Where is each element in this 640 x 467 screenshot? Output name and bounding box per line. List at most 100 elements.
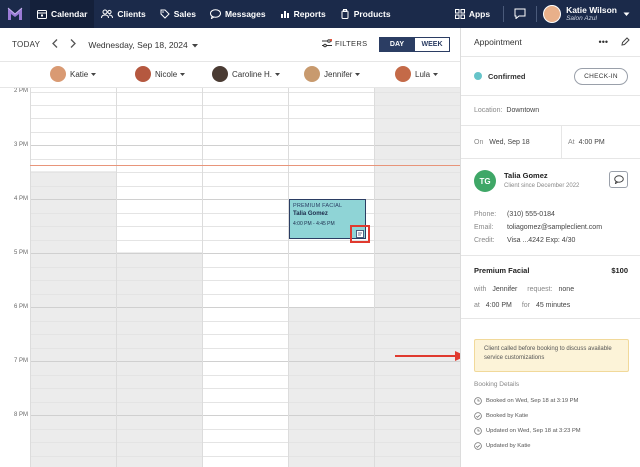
user-menu[interactable]: Katie Wilson Salon Azul — [566, 4, 617, 22]
staff-name: Katie — [70, 69, 89, 79]
nav-messages[interactable]: Messages — [203, 0, 273, 28]
calendar-icon — [37, 10, 47, 19]
caret-down-icon — [192, 43, 199, 47]
email-value: toliagomez@sampleclient.com — [507, 224, 603, 231]
booking-detail-item: Updated on Wed, Sep 18 at 3:23 PM — [474, 427, 581, 435]
date-label: Wednesday, Sep 18, 2024 — [88, 39, 188, 50]
panel-title: Appointment — [474, 37, 522, 47]
clock-icon — [474, 397, 482, 405]
app-logo[interactable] — [0, 0, 30, 28]
time-label: 5 PM — [14, 250, 29, 256]
client-avatar[interactable]: TG — [474, 170, 496, 192]
clients-icon — [101, 9, 114, 19]
reports-icon — [280, 11, 289, 18]
calendar-grid[interactable]: 2 PM 3 PM 4 PM 5 PM 6 PM 7 PM 8 PM PREMI… — [0, 88, 460, 467]
nav-clients[interactable]: Clients — [94, 0, 152, 28]
booking-detail-text: Updated by Katie — [486, 443, 531, 449]
at-value: 4:00 PM — [485, 302, 512, 309]
chevron-left-icon — [52, 38, 58, 48]
appointment-client: Talia Gomez — [293, 211, 328, 217]
top-nav: Calendar Clients Sales Messages Reports … — [0, 0, 640, 28]
credit-label: Credit: — [474, 237, 495, 244]
chat-button[interactable] — [510, 8, 530, 21]
calendar-toolbar: TODAY Wednesday, Sep 18, 2024 FILTERS DA… — [0, 28, 460, 62]
staff-selector-lula[interactable]: Lula — [395, 66, 439, 82]
location-label: Location: — [474, 107, 503, 114]
chevron-down-icon[interactable] — [623, 10, 630, 19]
filters-button[interactable]: FILTERS — [322, 39, 367, 48]
booking-detail-text: Booked by Katie — [486, 413, 529, 419]
service-price: $100 — [611, 266, 628, 275]
date-time-row: On Wed, Sep 18 At 4:00 PM — [461, 126, 640, 159]
nav-apps[interactable]: Apps — [448, 0, 497, 28]
nav-products[interactable]: Products — [333, 0, 398, 28]
caret-down-icon — [275, 72, 281, 76]
request-value: none — [558, 286, 575, 293]
date-picker[interactable]: Wednesday, Sep 18, 2024 — [88, 39, 199, 50]
note-icon — [356, 230, 364, 238]
view-toggle: DAY WEEK — [379, 37, 450, 52]
staff-avatar — [304, 66, 320, 82]
location-value: Downtown — [506, 107, 540, 114]
booking-detail-item: Booked by Katie — [474, 412, 528, 420]
nav-reports[interactable]: Reports — [273, 0, 333, 28]
unavailable-block — [31, 171, 116, 467]
today-button[interactable]: TODAY — [12, 40, 40, 49]
nav-divider — [536, 6, 538, 22]
messages-icon — [209, 9, 221, 19]
at-label: at — [474, 302, 480, 309]
staff-selector-caroline[interactable]: Caroline H. — [212, 66, 281, 82]
nav-calendar[interactable]: Calendar — [30, 0, 95, 28]
appointment-note: Client called before booking to discuss … — [474, 339, 629, 372]
phone-row: Phone: (310) 555-0184 — [474, 211, 555, 218]
staff-selector-jennifer[interactable]: Jennifer — [304, 66, 361, 82]
edit-pencil-icon[interactable] — [621, 37, 630, 48]
service-section: Premium Facial $100 with Jennifer reques… — [461, 256, 640, 319]
staff-avatar — [212, 66, 228, 82]
staff-name: Lula — [415, 69, 431, 79]
booking-details-title: Booking Details — [474, 381, 520, 388]
time-label: 7 PM — [14, 358, 29, 364]
with-label: with — [474, 286, 487, 293]
status-dot — [474, 72, 482, 80]
message-client-button[interactable] — [609, 171, 628, 188]
clock-icon — [474, 427, 482, 435]
staff-avatar — [395, 66, 411, 82]
user-check-icon — [474, 442, 482, 450]
status-row: Confirmed CHECK-IN — [461, 57, 640, 96]
check-in-button[interactable]: CHECK-IN — [574, 68, 628, 85]
staff-name: Caroline H. — [232, 69, 273, 79]
credit-row: Credit: Visa ...4242 Exp: 4/30 — [474, 237, 575, 244]
caret-down-icon — [433, 72, 439, 76]
nav-clients-label: Clients — [117, 9, 146, 19]
client-name[interactable]: Talia Gomez — [504, 171, 548, 180]
chevron-right-icon — [70, 38, 77, 48]
appointment-note-indicator[interactable] — [350, 225, 370, 243]
user-name: Katie Wilson — [566, 4, 617, 15]
week-view-button[interactable]: WEEK — [414, 37, 450, 52]
sales-tag-icon — [160, 9, 170, 19]
prev-day-button[interactable] — [52, 38, 58, 51]
caret-down-icon — [91, 72, 97, 76]
status-label[interactable]: Confirmed — [488, 72, 526, 81]
phone-label: Phone: — [474, 211, 497, 218]
nav-messages-label: Messages — [224, 9, 266, 19]
user-avatar[interactable] — [543, 5, 562, 23]
at-value: 4:00 PM — [578, 139, 605, 146]
nav-sales-label: Sales — [173, 9, 196, 19]
with-value: Jennifer — [492, 286, 518, 293]
staff-selector-katie[interactable]: Katie — [50, 66, 97, 82]
staff-avatar — [50, 66, 66, 82]
nav-sales[interactable]: Sales — [153, 0, 203, 28]
staff-name: Nicole — [155, 69, 178, 79]
user-check-icon — [474, 412, 482, 420]
on-value: Wed, Sep 18 — [489, 138, 530, 146]
booking-detail-text: Updated on Wed, Sep 18 at 3:23 PM — [486, 428, 581, 434]
next-day-button[interactable] — [70, 38, 77, 51]
day-view-button[interactable]: DAY — [379, 37, 415, 52]
client-since: Client since December 2022 — [504, 183, 580, 189]
booking-detail-text: Booked on Wed, Sep 18 at 3:19 PM — [486, 398, 579, 404]
products-icon — [341, 9, 349, 19]
staff-selector-nicole[interactable]: Nicole — [135, 66, 186, 82]
more-options-icon[interactable]: ••• — [599, 37, 608, 47]
